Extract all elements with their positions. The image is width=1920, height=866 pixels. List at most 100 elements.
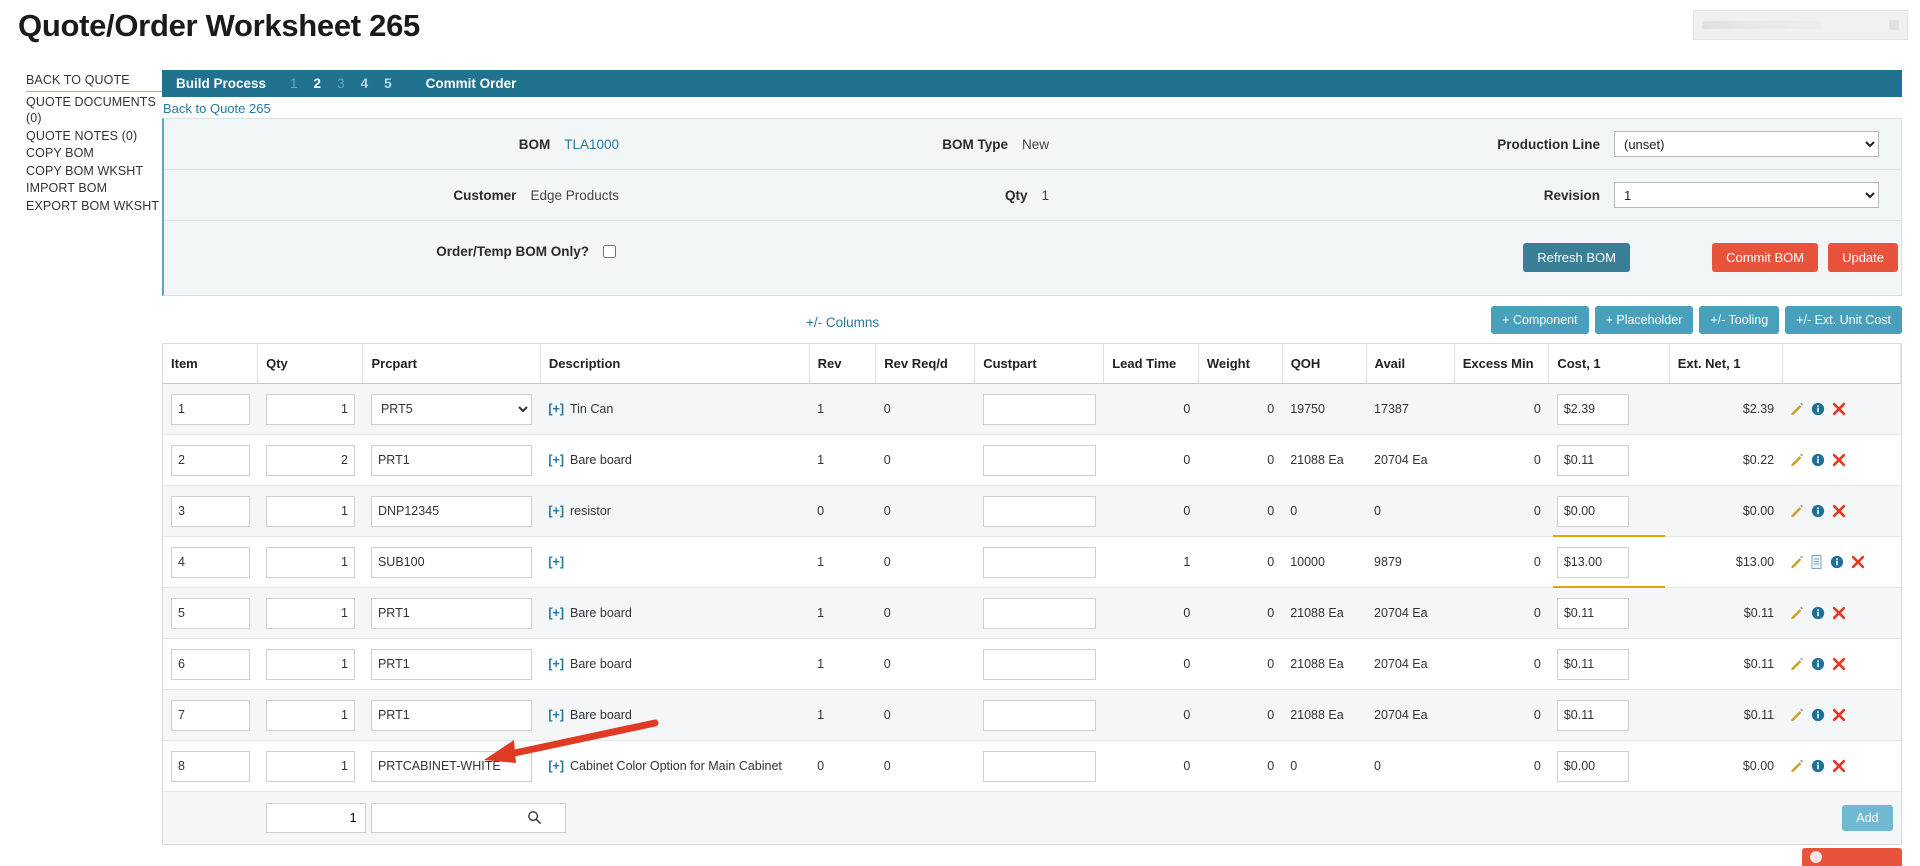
production-line-select[interactable]: (unset) <box>1614 131 1879 157</box>
top-right-widget[interactable] <box>1693 10 1908 40</box>
order-temp-bom-checkbox[interactable] <box>603 244 616 258</box>
edit-icon[interactable] <box>1790 759 1804 773</box>
custpart-input[interactable] <box>982 699 1096 731</box>
custpart-input[interactable] <box>982 597 1096 629</box>
delete-icon[interactable] <box>1832 606 1846 620</box>
floating-bottom-widget[interactable] <box>1802 848 1902 866</box>
cost-input[interactable] <box>1556 699 1629 731</box>
bom-value-link[interactable]: TLA1000 <box>564 137 619 152</box>
prcpart-input[interactable] <box>370 648 533 680</box>
qty-input[interactable] <box>265 393 355 425</box>
cost-input[interactable] <box>1556 495 1629 527</box>
add-qty-input[interactable] <box>265 802 366 833</box>
expand-part-icon[interactable]: [+] <box>548 504 564 518</box>
prcpart-input[interactable] <box>370 495 533 527</box>
build-step-3[interactable]: 3 <box>337 76 345 91</box>
custpart-input[interactable] <box>982 648 1096 680</box>
custpart-input[interactable] <box>982 444 1096 476</box>
edit-icon[interactable] <box>1790 708 1804 722</box>
item-input[interactable] <box>171 648 250 680</box>
commit-bom-button[interactable]: Commit BOM <box>1712 243 1819 272</box>
build-step-5[interactable]: 5 <box>384 76 392 91</box>
cost-input[interactable] <box>1556 597 1629 629</box>
prcpart-input[interactable] <box>370 444 533 476</box>
delete-icon[interactable] <box>1832 402 1846 416</box>
qty-input[interactable] <box>265 495 355 527</box>
columns-toggle-link[interactable]: +/- Columns <box>806 315 879 330</box>
expand-part-icon[interactable]: [+] <box>548 708 564 722</box>
prcpart-input[interactable] <box>370 699 533 731</box>
edit-icon[interactable] <box>1790 504 1804 518</box>
update-button[interactable]: Update <box>1828 243 1898 272</box>
cost-input[interactable] <box>1556 750 1629 782</box>
qty-input[interactable] <box>265 750 355 782</box>
info-icon[interactable] <box>1811 402 1825 416</box>
cost-input[interactable] <box>1556 546 1629 578</box>
revision-select[interactable]: 1 <box>1614 182 1879 208</box>
item-input[interactable] <box>171 597 250 629</box>
expand-part-icon[interactable]: [+] <box>548 402 564 416</box>
qty-input[interactable] <box>265 546 355 578</box>
qty-input[interactable] <box>265 444 355 476</box>
info-icon[interactable] <box>1811 606 1825 620</box>
edit-icon[interactable] <box>1790 657 1804 671</box>
edit-icon[interactable] <box>1790 453 1804 467</box>
edit-icon[interactable] <box>1790 402 1804 416</box>
add-component-button[interactable]: + Component <box>1491 306 1589 334</box>
prcpart-input[interactable] <box>370 597 533 629</box>
cost-input[interactable] <box>1556 393 1629 425</box>
custpart-input[interactable] <box>982 495 1096 527</box>
info-icon[interactable] <box>1811 453 1825 467</box>
sidebar-item-copy-bom[interactable]: COPY BOM <box>26 145 166 163</box>
expand-part-icon[interactable]: [+] <box>548 453 564 467</box>
info-icon[interactable] <box>1811 657 1825 671</box>
edit-icon[interactable] <box>1790 606 1804 620</box>
add-placeholder-button[interactable]: + Placeholder <box>1594 306 1694 334</box>
build-step-4[interactable]: 4 <box>361 76 369 91</box>
add-part-search-input[interactable] <box>370 802 566 833</box>
info-icon[interactable] <box>1811 504 1825 518</box>
delete-icon[interactable] <box>1832 504 1846 518</box>
delete-icon[interactable] <box>1832 657 1846 671</box>
info-icon[interactable] <box>1830 555 1844 569</box>
refresh-bom-button[interactable]: Refresh BOM <box>1523 243 1630 272</box>
expand-part-icon[interactable]: [+] <box>548 657 564 671</box>
custpart-input[interactable] <box>982 750 1096 782</box>
item-input[interactable] <box>171 393 250 425</box>
qty-input[interactable] <box>265 699 355 731</box>
sidebar-item-back-to-quote[interactable]: BACK TO QUOTE <box>26 72 166 92</box>
sidebar-item-export-bom-wksht[interactable]: EXPORT BOM WKSHT <box>26 198 166 216</box>
delete-icon[interactable] <box>1851 555 1865 569</box>
edit-icon[interactable] <box>1790 555 1804 569</box>
build-step-2[interactable]: 2 <box>314 76 322 91</box>
sidebar-item-import-bom[interactable]: IMPORT BOM <box>26 180 166 198</box>
qty-input[interactable] <box>265 648 355 680</box>
document-icon[interactable] <box>1811 555 1823 569</box>
sidebar-item-quote-documents[interactable]: QUOTE DOCUMENTS (0) <box>26 94 166 128</box>
item-input[interactable] <box>171 750 250 782</box>
sidebar-item-copy-bom-wksht[interactable]: COPY BOM WKSHT <box>26 163 166 181</box>
item-input[interactable] <box>171 444 250 476</box>
expand-part-icon[interactable]: [+] <box>548 606 564 620</box>
item-input[interactable] <box>171 495 250 527</box>
prcpart-select[interactable]: PRT5 <box>370 393 533 425</box>
sidebar-item-quote-notes[interactable]: QUOTE NOTES (0) <box>26 128 166 146</box>
prcpart-input[interactable] <box>370 546 533 578</box>
custpart-input[interactable] <box>982 546 1096 578</box>
add-button[interactable]: Add <box>1842 804 1893 831</box>
delete-icon[interactable] <box>1832 708 1846 722</box>
expand-part-icon[interactable]: [+] <box>548 555 564 569</box>
cost-input[interactable] <box>1556 648 1629 680</box>
delete-icon[interactable] <box>1832 453 1846 467</box>
cost-input[interactable] <box>1556 444 1629 476</box>
info-icon[interactable] <box>1811 708 1825 722</box>
item-input[interactable] <box>171 546 250 578</box>
item-input[interactable] <box>171 699 250 731</box>
prcpart-input[interactable] <box>370 750 533 782</box>
qty-input[interactable] <box>265 597 355 629</box>
expand-part-icon[interactable]: [+] <box>548 759 564 773</box>
toggle-tooling-button[interactable]: +/- Tooling <box>1699 306 1780 334</box>
build-step-1[interactable]: 1 <box>290 76 298 91</box>
toggle-ext-unit-cost-button[interactable]: +/- Ext. Unit Cost <box>1785 306 1902 334</box>
commit-order-link[interactable]: Commit Order <box>426 76 517 91</box>
